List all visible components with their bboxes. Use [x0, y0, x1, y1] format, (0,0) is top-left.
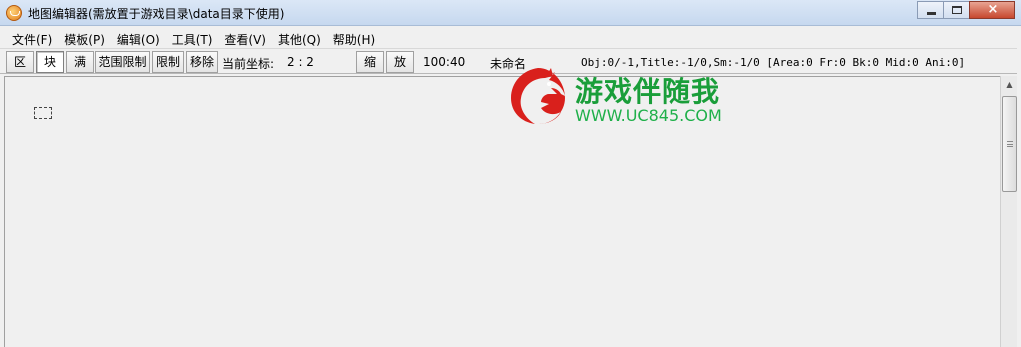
remove-button[interactable]: 移除	[186, 51, 218, 73]
title-bar: 地图编辑器(需放置于游戏目录\data目录下使用) ×	[0, 0, 1021, 26]
tile-cursor	[34, 107, 52, 119]
watermark-name: 游戏伴随我	[575, 75, 721, 108]
close-icon: ×	[987, 2, 999, 17]
scroll-up-icon[interactable]: ▲	[1001, 76, 1018, 93]
area-button[interactable]: 区	[6, 51, 34, 73]
menu-tools[interactable]: 工具(T)	[166, 28, 219, 48]
menu-help[interactable]: 帮助(H)	[327, 28, 381, 48]
window-border	[1017, 28, 1021, 347]
limit-button[interactable]: 限制	[152, 51, 184, 73]
close-button[interactable]: ×	[969, 1, 1015, 19]
window-controls: ×	[917, 1, 1015, 19]
block-button[interactable]: 块	[36, 51, 64, 73]
scroll-thumb[interactable]	[1002, 96, 1017, 192]
map-canvas[interactable]	[4, 76, 1000, 347]
window-title: 地图编辑器(需放置于游戏目录\data目录下使用)	[28, 7, 285, 21]
minimize-icon	[927, 12, 936, 15]
watermark-url: WWW.UC845.COM	[575, 106, 722, 125]
grip-icon	[1007, 141, 1013, 147]
vertical-scrollbar[interactable]: ▲	[1000, 76, 1017, 347]
menu-template[interactable]: 模板(P)	[58, 28, 111, 48]
range-limit-button[interactable]: 范围限制	[95, 51, 150, 73]
zoom-out-button[interactable]: 缩	[356, 51, 384, 73]
coord-value: 2 : 2	[287, 55, 314, 69]
map-size: 100:40	[423, 55, 466, 69]
maximize-icon	[952, 6, 962, 14]
coord-label: 当前坐标:	[222, 57, 275, 71]
menu-view[interactable]: 查看(V)	[218, 28, 272, 48]
fill-button[interactable]: 满	[66, 51, 94, 73]
maximize-button[interactable]	[943, 1, 970, 19]
menu-file[interactable]: 文件(F)	[6, 28, 58, 48]
watermark-logo: 游戏伴随我 WWW.UC845.COM	[505, 64, 755, 128]
minimize-button[interactable]	[917, 1, 944, 19]
menu-other[interactable]: 其他(Q)	[272, 28, 327, 48]
menu-bar: 文件(F) 模板(P) 编辑(O) 工具(T) 查看(V) 其他(Q) 帮助(H…	[0, 28, 1021, 49]
red-dragon-logo	[511, 68, 565, 124]
menu-edit[interactable]: 编辑(O)	[111, 28, 166, 48]
zoom-in-button[interactable]: 放	[386, 51, 414, 73]
app-icon	[6, 5, 22, 21]
